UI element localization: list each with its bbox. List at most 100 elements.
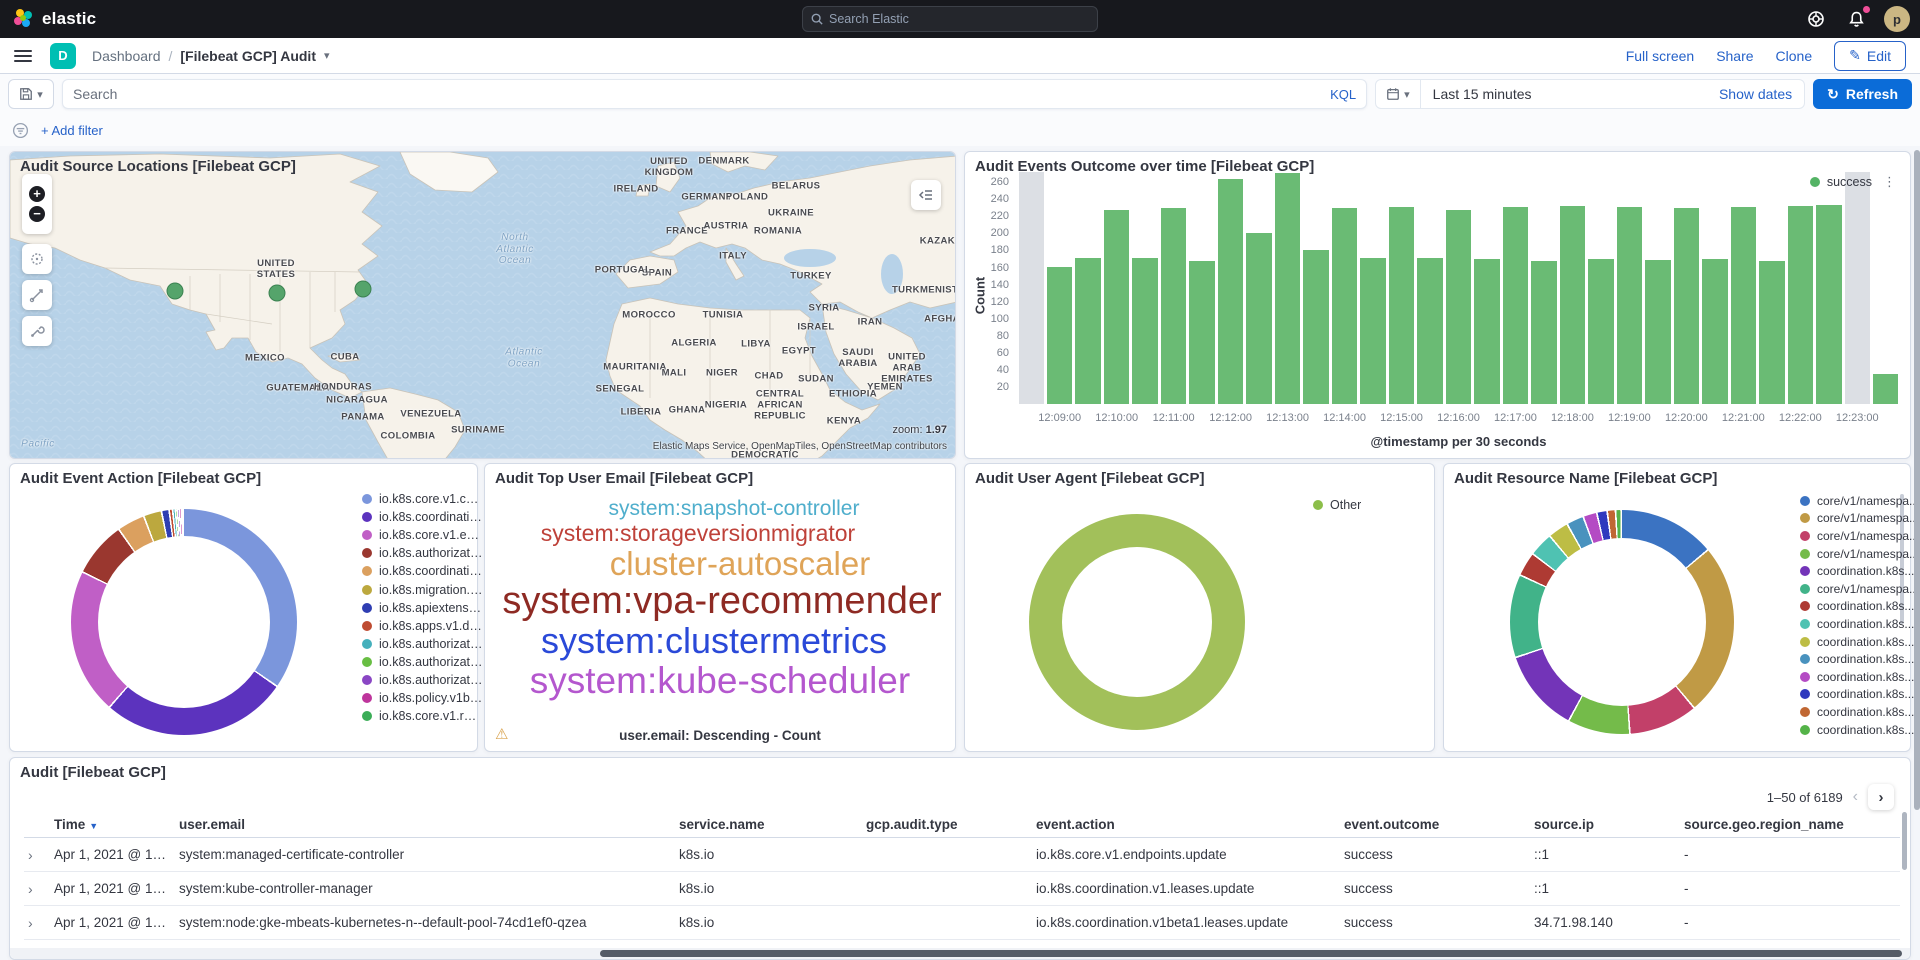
legend-item[interactable]: coordination.k8s.... — [1800, 668, 1919, 686]
zoom-in-icon[interactable]: + — [29, 186, 45, 202]
bar[interactable] — [1531, 261, 1556, 404]
table-header-gcp.audit.type[interactable]: gcp.audit.type — [866, 817, 1036, 832]
share-button[interactable]: Share — [1716, 48, 1753, 64]
bar[interactable] — [1702, 259, 1727, 404]
legend-item[interactable]: core/v1/namespa... — [1800, 510, 1919, 528]
legend-item[interactable]: io.k8s.authorization.... — [362, 635, 483, 653]
bar[interactable] — [1246, 233, 1271, 404]
bar[interactable] — [1161, 208, 1186, 404]
legend-item[interactable]: io.k8s.authorization.... — [362, 671, 483, 689]
bar[interactable] — [1417, 258, 1442, 404]
bar[interactable] — [1019, 172, 1044, 404]
bar[interactable] — [1075, 258, 1100, 404]
table-header-source.geo.region_name[interactable]: source.geo.region_name — [1684, 817, 1900, 832]
legend-item[interactable]: Other — [1313, 496, 1361, 514]
bar[interactable] — [1617, 207, 1642, 404]
edit-button[interactable]: ✎ Edit — [1834, 41, 1906, 71]
bar[interactable] — [1674, 208, 1699, 404]
legend-item[interactable]: io.k8s.apiextensions... — [362, 599, 483, 617]
user-avatar[interactable]: p — [1884, 6, 1910, 32]
search-query-input[interactable]: Search KQL — [62, 79, 1367, 109]
map-document-marker[interactable] — [167, 283, 184, 300]
legend-item[interactable]: coordination.k8s.... — [1800, 703, 1919, 721]
bar[interactable] — [1645, 260, 1670, 404]
bar[interactable] — [1446, 210, 1471, 404]
legend-options-icon[interactable]: ⋮ — [1883, 174, 1896, 190]
full-screen-button[interactable]: Full screen — [1626, 48, 1694, 64]
legend-item[interactable]: coordination.k8s.... — [1800, 721, 1919, 739]
query-language-button[interactable]: KQL — [1330, 87, 1356, 102]
legend-item[interactable]: io.k8s.authorization.... — [362, 653, 483, 671]
notifications-icon[interactable] — [1844, 7, 1868, 31]
legend-item[interactable]: io.k8s.core.v1.confi... — [362, 490, 483, 508]
legend-item[interactable]: coordination.k8s.... — [1800, 633, 1919, 651]
table-header-service.name[interactable]: service.name — [679, 817, 866, 832]
bar[interactable] — [1560, 206, 1585, 404]
zoom-out-icon[interactable]: − — [29, 206, 45, 222]
tag-cloud-word[interactable]: system:vpa-recommender — [487, 581, 957, 622]
map-attribution[interactable]: Elastic Maps Service, OpenMapTiles, Open… — [653, 441, 947, 452]
menu-icon[interactable] — [14, 50, 32, 62]
bar[interactable] — [1503, 207, 1528, 404]
bar[interactable] — [1189, 261, 1214, 404]
legend-item[interactable]: io.k8s.authorization.... — [362, 544, 483, 562]
legend-item[interactable]: coordination.k8s.... — [1800, 598, 1919, 616]
show-dates-button[interactable]: Show dates — [1719, 86, 1804, 102]
legend-item[interactable]: core/v1/namespa... — [1800, 545, 1919, 563]
bar[interactable] — [1588, 259, 1613, 404]
filter-icon[interactable] — [12, 122, 29, 139]
table-header-event.outcome[interactable]: event.outcome — [1344, 817, 1534, 832]
tag-cloud-word[interactable]: system:storageversionmigrator — [463, 521, 933, 546]
time-range-value[interactable]: Last 15 minutes — [1421, 86, 1544, 102]
legend-item[interactable]: coordination.k8s.... — [1800, 615, 1919, 633]
bar[interactable] — [1845, 172, 1870, 404]
bar[interactable] — [1816, 205, 1841, 404]
tag-cloud-word[interactable]: system:snapshot-controller — [499, 498, 969, 521]
calendar-menu-button[interactable]: ▾ — [1376, 80, 1421, 108]
legend-item[interactable]: io.k8s.coordination.... — [362, 562, 483, 580]
bar[interactable] — [1047, 267, 1072, 404]
bar[interactable] — [1731, 207, 1756, 404]
bar[interactable] — [1275, 173, 1300, 404]
tag-cloud-word[interactable]: system:kube-scheduler — [485, 661, 955, 701]
horizontal-scrollbar-thumb[interactable] — [600, 950, 1902, 957]
draw-tools-button[interactable] — [22, 316, 52, 346]
previous-page-icon[interactable]: ‹ — [1853, 788, 1858, 806]
legend-item[interactable]: io.k8s.migration.v1al... — [362, 580, 483, 598]
tag-cloud-word[interactable]: cluster-autoscaler — [505, 546, 975, 582]
legend-item[interactable]: coordination.k8s.... — [1800, 686, 1919, 704]
bar[interactable] — [1873, 374, 1898, 404]
measure-tool-button[interactable] — [22, 280, 52, 310]
page-scrollbar[interactable] — [1914, 150, 1920, 810]
legend-item[interactable]: io.k8s.core.v1.resou... — [362, 707, 483, 725]
legend-label-success[interactable]: success — [1827, 175, 1872, 189]
bar[interactable] — [1474, 259, 1499, 404]
bar[interactable] — [1132, 258, 1157, 404]
bar[interactable] — [1389, 207, 1414, 404]
table-header-event.action[interactable]: event.action — [1036, 817, 1344, 832]
legend-item[interactable]: io.k8s.apps.v1.daem... — [362, 617, 483, 635]
saved-query-button[interactable]: ▾ — [8, 79, 54, 109]
bar[interactable] — [1104, 210, 1129, 404]
legend-item[interactable]: core/v1/namespa... — [1800, 527, 1919, 545]
row-expand-icon[interactable]: › — [24, 847, 54, 863]
legend-item[interactable]: io.k8s.policy.v1beta... — [362, 689, 483, 707]
elastic-logo[interactable]: elastic — [12, 8, 96, 30]
table-vertical-scrollbar[interactable] — [1902, 812, 1907, 870]
tag-cloud-word[interactable]: system:clustermetrics — [479, 622, 949, 661]
global-search-input[interactable]: Search Elastic — [802, 6, 1098, 32]
refresh-button[interactable]: ↻ Refresh — [1813, 79, 1912, 109]
chevron-down-icon[interactable]: ▾ — [324, 49, 330, 62]
legend-item[interactable]: core/v1/namespa... — [1800, 580, 1919, 598]
bar[interactable] — [1218, 179, 1243, 404]
next-page-icon[interactable]: › — [1868, 784, 1894, 810]
map-document-marker[interactable] — [355, 281, 372, 298]
dashboard-app-badge[interactable]: D — [50, 43, 76, 69]
legend-item[interactable]: coordination.k8s.... — [1800, 562, 1919, 580]
bar[interactable] — [1360, 258, 1385, 404]
breadcrumb-dashboard-link[interactable]: Dashboard — [92, 48, 161, 64]
legend-item[interactable]: core/v1/namespa... — [1800, 492, 1919, 510]
collapse-legend-button[interactable] — [911, 180, 941, 210]
table-header-source.ip[interactable]: source.ip — [1534, 817, 1684, 832]
bar[interactable] — [1788, 206, 1813, 404]
